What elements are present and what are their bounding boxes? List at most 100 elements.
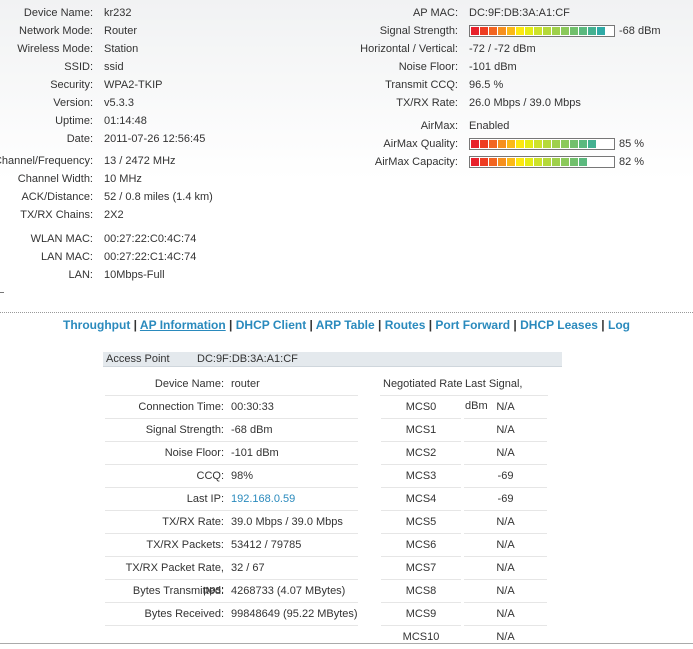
ap-info-label: Connection Time: bbox=[138, 401, 224, 413]
ap-info-value: 4268733 (4.07 MBytes) bbox=[231, 585, 346, 597]
status-label: AirMax Capacity: bbox=[374, 156, 458, 168]
bar-segment bbox=[480, 140, 488, 148]
tab-ap-information[interactable]: AP Information bbox=[140, 318, 226, 332]
status-label: AP MAC: bbox=[412, 7, 458, 19]
status-value: 85 % bbox=[619, 138, 645, 150]
bar-segment bbox=[543, 140, 551, 148]
bottom-border bbox=[0, 643, 693, 644]
rate-cell: MCS9 bbox=[381, 603, 461, 626]
nav-separator: | bbox=[374, 318, 385, 332]
ap-info-row: Noise Floor: -101 dBm bbox=[105, 442, 358, 465]
signal-cell: N/A bbox=[464, 557, 547, 580]
status-label: Wireless Mode: bbox=[17, 43, 93, 55]
ap-mac: DC:9F:DB:3A:A1:CF bbox=[197, 353, 298, 365]
ap-info-row: Device Name: router bbox=[105, 373, 358, 396]
signal-bar bbox=[469, 25, 615, 37]
status-value: ssid bbox=[104, 61, 124, 73]
bar-segment bbox=[498, 158, 506, 166]
tab-nav: Throughput | AP Information | DHCP Clien… bbox=[0, 318, 693, 332]
bar-segment bbox=[543, 158, 551, 166]
rate-cell: MCS8 bbox=[381, 580, 461, 603]
status-value: -72 / -72 dBm bbox=[469, 43, 536, 55]
status-label: Device Name: bbox=[23, 7, 93, 19]
ap-info-label: Noise Floor: bbox=[164, 447, 224, 459]
tab-arp-table[interactable]: ARP Table bbox=[316, 318, 375, 332]
nav-separator: | bbox=[425, 318, 436, 332]
status-value: 00:27:22:C0:4C:74 bbox=[104, 233, 197, 245]
rate-cell: MCS10 bbox=[402, 631, 440, 643]
bar-segment bbox=[543, 27, 551, 35]
bar-segment bbox=[489, 158, 497, 166]
bar-segment bbox=[552, 158, 560, 166]
status-label: Signal Strength: bbox=[379, 25, 458, 37]
bar-segment bbox=[525, 158, 533, 166]
tab-port-forward[interactable]: Port Forward bbox=[435, 318, 510, 332]
ap-info-value: 53412 / 79785 bbox=[231, 539, 302, 551]
status-value: 52 / 0.8 miles (1.4 km) bbox=[104, 191, 213, 203]
rate-cell: MCS5 bbox=[381, 511, 461, 534]
status-value: 96.5 % bbox=[469, 79, 504, 91]
bar-segment bbox=[489, 140, 497, 148]
ap-info-label: Bytes Transmitted: bbox=[132, 585, 224, 597]
status-label: Security: bbox=[50, 79, 93, 91]
ap-info-label: CCQ: bbox=[196, 470, 225, 482]
status-value: -101 dBm bbox=[469, 61, 517, 73]
rate-header: Negotiated Rate bbox=[383, 378, 463, 390]
ap-info-row: Signal Strength: -68 dBm bbox=[105, 419, 358, 442]
bar-segment bbox=[552, 140, 560, 148]
status-label: Date: bbox=[66, 133, 93, 145]
rates-header-row: Negotiated Rate Last Signal, dBm bbox=[380, 373, 548, 412]
ap-info-value[interactable]: 192.168.0.59 bbox=[231, 488, 295, 510]
signal-cell: N/A bbox=[464, 603, 547, 626]
status-label: SSID: bbox=[64, 61, 93, 73]
ap-info-row: Last IP: 192.168.0.59 bbox=[105, 488, 358, 511]
tab-log[interactable]: Log bbox=[608, 318, 630, 332]
status-value: Router bbox=[104, 25, 138, 37]
nav-separator: | bbox=[597, 318, 608, 332]
tab-dhcp-leases[interactable]: DHCP Leases bbox=[520, 318, 598, 332]
tab-routes[interactable]: Routes bbox=[385, 318, 426, 332]
status-label: TX/RX Rate: bbox=[396, 97, 458, 109]
status-label: AirMax: bbox=[420, 120, 458, 132]
signal-cell: N/A bbox=[464, 580, 547, 603]
ap-info-row: Connection Time: 00:30:33 bbox=[105, 396, 358, 419]
bar-segment bbox=[561, 158, 569, 166]
tab-throughput[interactable]: Throughput bbox=[63, 318, 130, 332]
rate-cell: MCS0 bbox=[381, 396, 461, 419]
ap-info-value: 39.0 Mbps / 39.0 Mbps bbox=[231, 516, 343, 528]
bar-segment bbox=[489, 27, 497, 35]
ap-info-label: Last IP: bbox=[186, 493, 224, 505]
status-value: Enabled bbox=[469, 120, 510, 132]
status-label: TX/RX Chains: bbox=[20, 209, 93, 221]
signal-bar bbox=[469, 138, 615, 150]
bar-segment bbox=[471, 158, 479, 166]
access-point-header: Access Point DC:9F:DB:3A:A1:CF bbox=[103, 352, 562, 367]
bar-segment bbox=[588, 27, 596, 35]
bar-segment bbox=[552, 27, 560, 35]
bar-segment bbox=[570, 140, 578, 148]
bar-segment bbox=[507, 27, 515, 35]
status-value: 82 % bbox=[619, 156, 645, 168]
rate-cell: MCS4 bbox=[381, 488, 461, 511]
signal-cell: N/A bbox=[464, 511, 547, 534]
bar-segment bbox=[570, 27, 578, 35]
bar-segment bbox=[480, 27, 488, 35]
bar-segment bbox=[507, 158, 515, 166]
dotted-divider bbox=[0, 312, 693, 313]
status-value: 00:27:22:C1:4C:74 bbox=[104, 251, 197, 263]
bar-segment bbox=[498, 27, 506, 35]
rate-cell: MCS1 bbox=[381, 419, 461, 442]
bar-segment bbox=[471, 27, 479, 35]
signal-cell: N/A bbox=[464, 419, 547, 442]
status-label: AirMax Quality: bbox=[383, 138, 458, 150]
tab-dhcp-client[interactable]: DHCP Client bbox=[236, 318, 306, 332]
bar-segment bbox=[597, 27, 605, 35]
bar-segment bbox=[507, 140, 515, 148]
bar-segment bbox=[516, 27, 524, 35]
ap-info-row: Bytes Received: 99848649 (95.22 MBytes) bbox=[105, 603, 358, 626]
signal-cell: N/A bbox=[496, 631, 515, 643]
status-label: Channel/Frequency: bbox=[0, 155, 93, 167]
nav-separator: | bbox=[306, 318, 316, 332]
bar-segment bbox=[480, 158, 488, 166]
status-value: 01:14:48 bbox=[104, 115, 147, 127]
